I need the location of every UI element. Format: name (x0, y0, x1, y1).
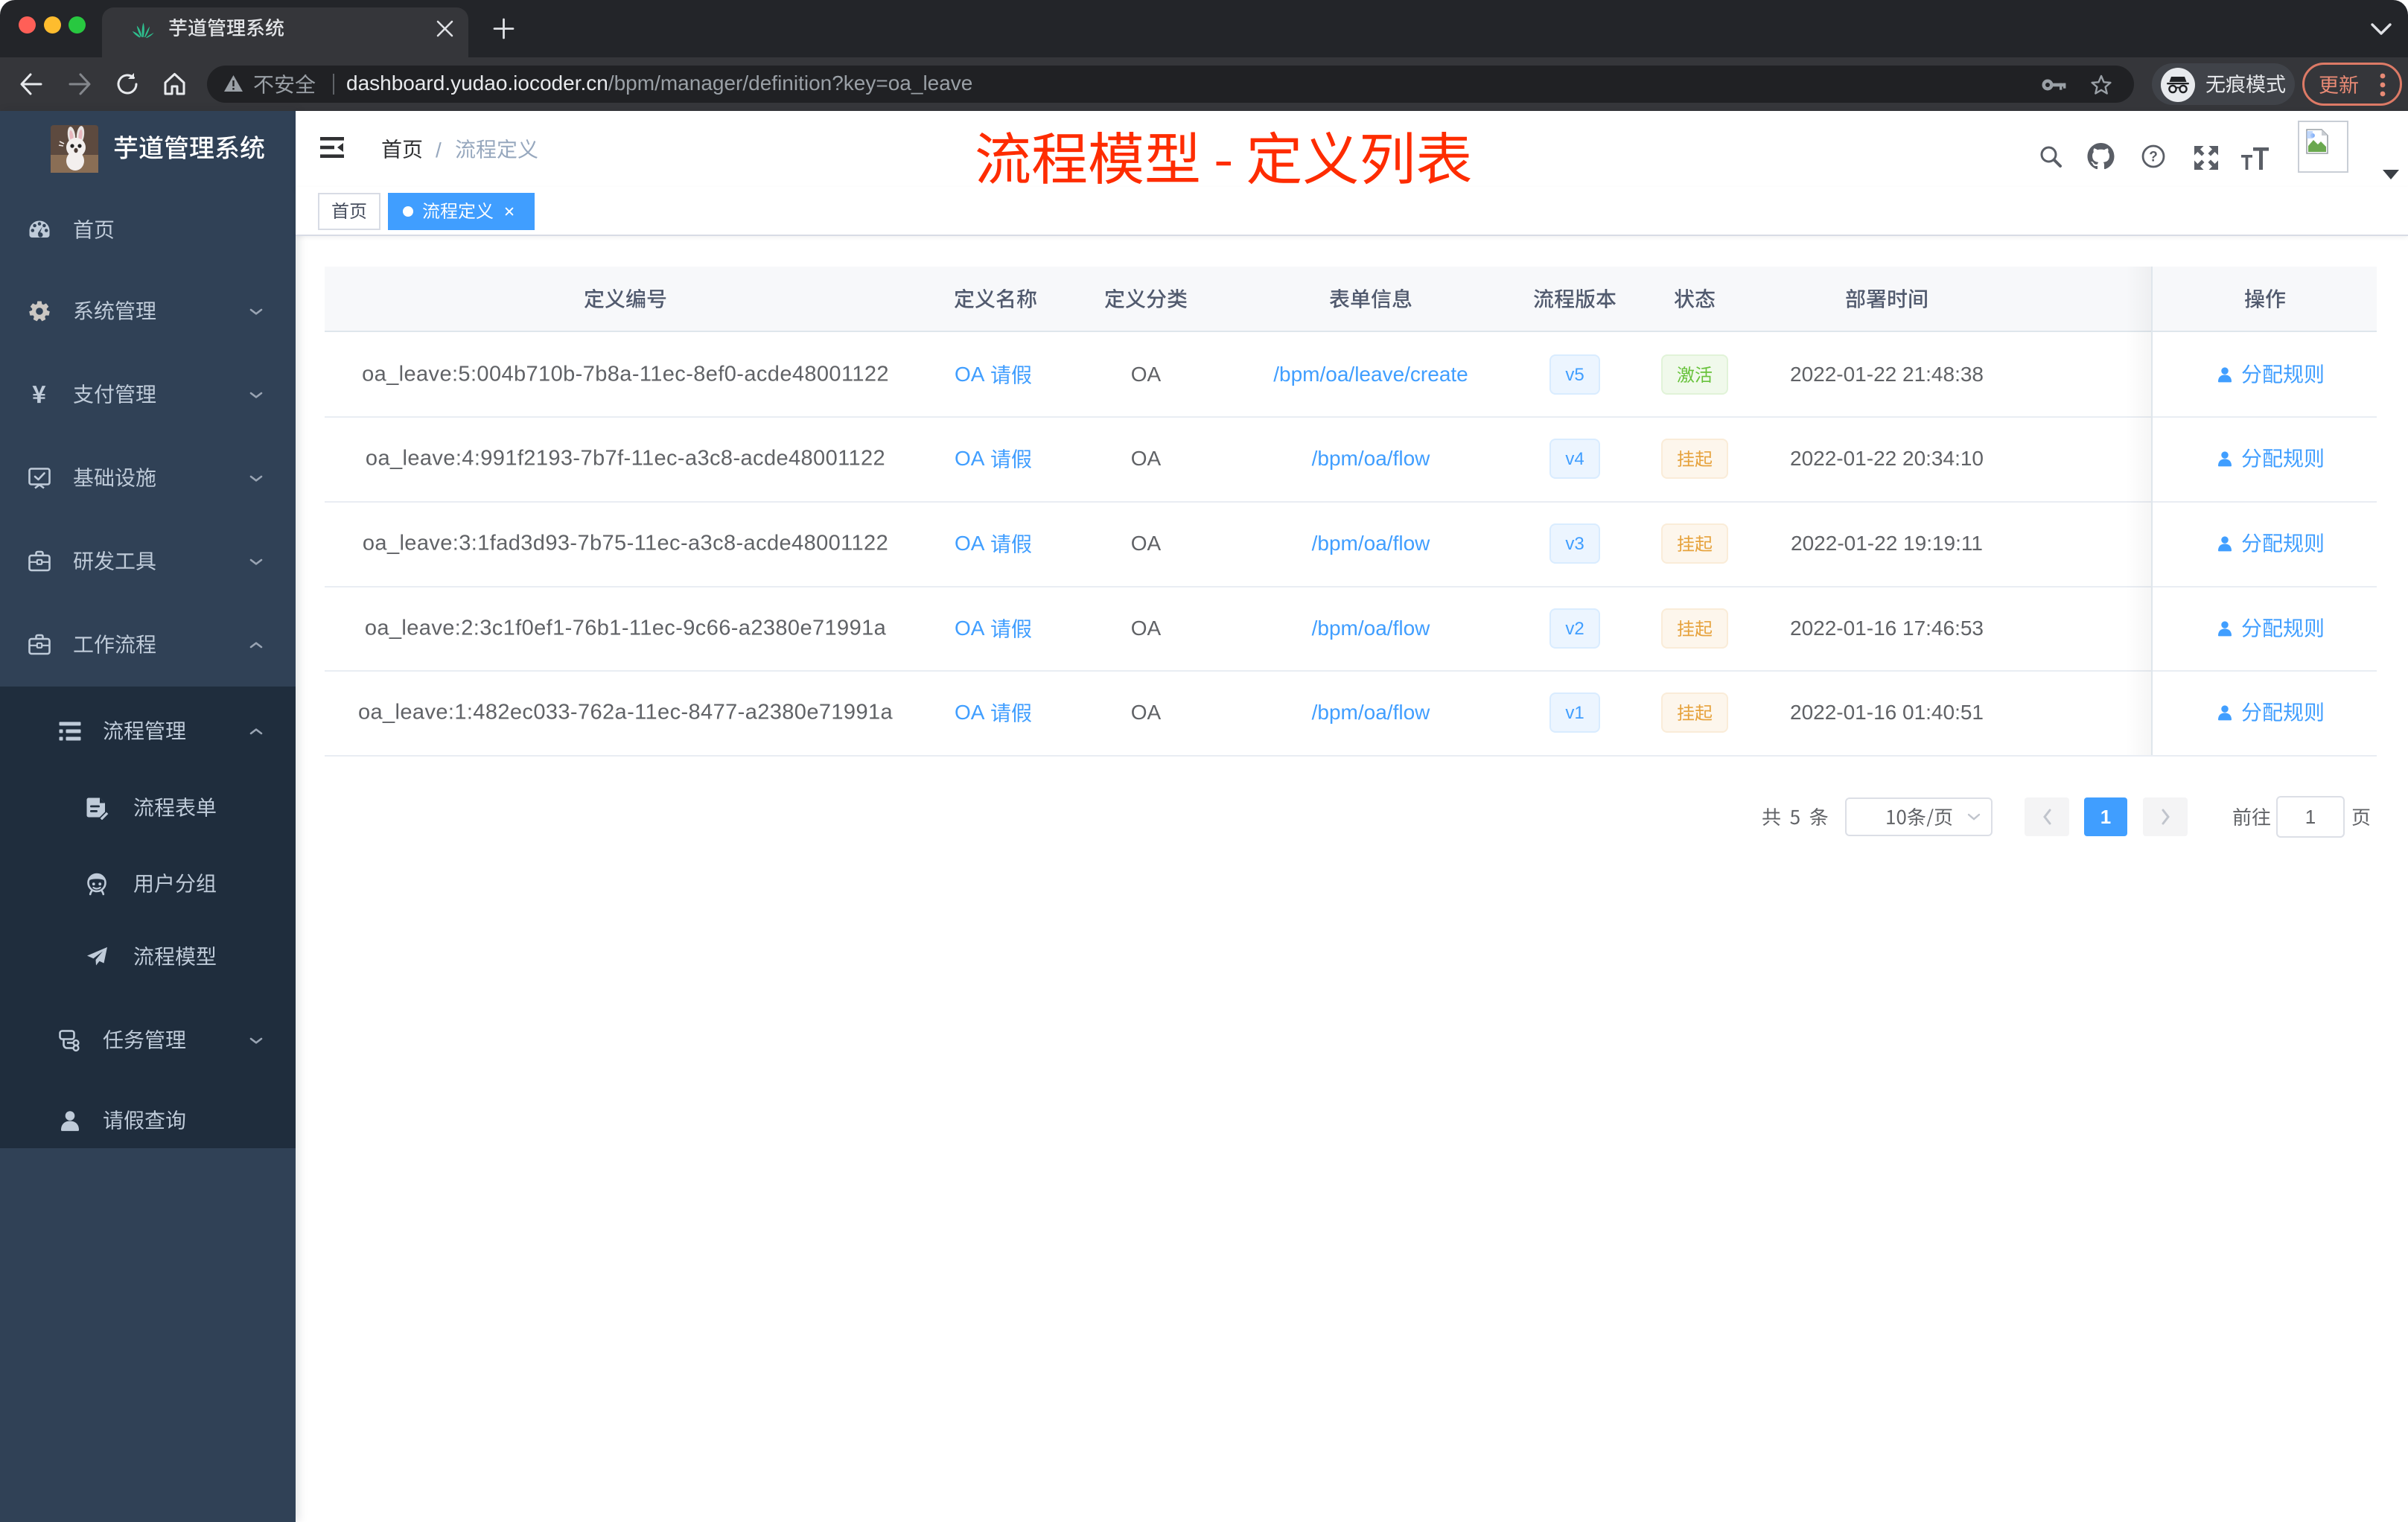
svg-text:?: ? (2149, 150, 2158, 165)
